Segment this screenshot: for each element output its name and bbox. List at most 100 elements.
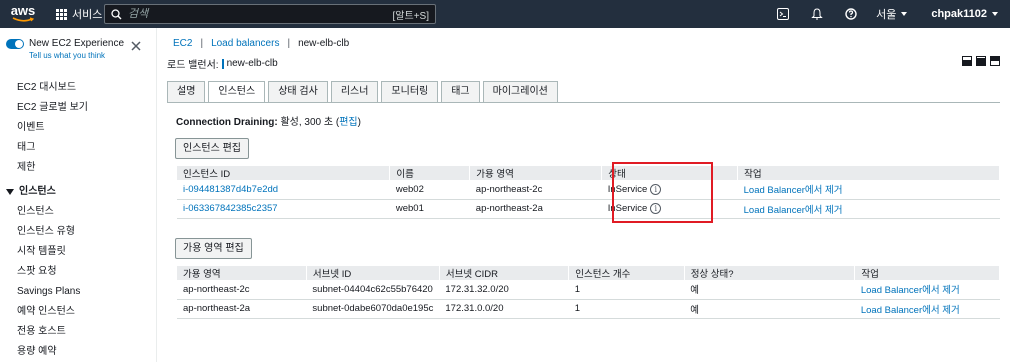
connection-draining-label: Connection Draining:: [176, 117, 278, 128]
instance-az: ap-northeast-2a: [469, 199, 602, 219]
sidebar-item-events[interactable]: 이벤트: [0, 118, 157, 138]
layout-bottom-panel-icon[interactable]: [962, 56, 972, 66]
breadcrumb-load-balancers[interactable]: Load balancers: [211, 38, 279, 49]
remove-from-lb-link[interactable]: Load Balancer에서 제거: [737, 199, 1000, 219]
chevron-down-icon: [992, 12, 998, 16]
instance-status: InService: [607, 183, 648, 195]
column-header-healthy[interactable]: 정상 상태?: [684, 266, 856, 280]
cloudshell-button[interactable]: [766, 0, 800, 28]
feedback-link[interactable]: Tell us what you think: [29, 51, 124, 60]
zone-subnet-cidr: 172.31.32.0/20: [439, 280, 569, 300]
column-header-subnet-id[interactable]: 서브넷 ID: [306, 266, 440, 280]
edit-instances-button[interactable]: 인스턴스 편집: [175, 138, 249, 159]
toggle-switch[interactable]: [6, 39, 24, 49]
sidebar-item-capacity-reservations[interactable]: 용량 예약: [0, 342, 157, 362]
instance-az: ap-northeast-2c: [469, 180, 602, 200]
tab-description[interactable]: 설명: [167, 81, 206, 102]
instance-id-link[interactable]: i-094481387d4b7e2dd: [177, 180, 390, 200]
new-experience-toggle[interactable]: New EC2 Experience Tell us what you thin…: [6, 38, 124, 60]
help-icon: [845, 8, 857, 20]
remove-from-lb-link[interactable]: Load Balancer에서 제거: [854, 280, 1000, 300]
instance-id-link[interactable]: i-063367842385c2357: [177, 199, 390, 219]
bell-icon: [811, 8, 823, 20]
remove-from-lb-link[interactable]: Load Balancer에서 제거: [854, 299, 1000, 319]
breadcrumb-ec2[interactable]: EC2: [173, 38, 192, 49]
layout-toggle-group: [962, 56, 1000, 66]
main-content: EC2 | Load balancers | new-elb-clb 로드 밸런…: [157, 28, 1010, 362]
help-button[interactable]: [834, 0, 868, 28]
edit-availability-zones-button[interactable]: 가용 영역 편집: [175, 238, 252, 259]
tab-tags[interactable]: 태그: [441, 81, 480, 102]
page-title-label: 로드 밸런서:: [167, 60, 219, 71]
aws-smile-icon: [12, 17, 35, 22]
page-title: 로드 밸런서: new-elb-clb: [167, 56, 278, 71]
sidebar-nav: EC2 대시보드 EC2 글로벌 보기 이벤트 태그 제한 인스턴스 인스턴스 …: [0, 78, 157, 362]
grid-icon: [56, 8, 67, 20]
availability-zones-table: 가용 영역 서브넷 ID 서브넷 CIDR 인스턴스 개수 정상 상태? 작업 …: [177, 266, 1000, 319]
sidebar-item-spot-requests[interactable]: 스팟 요청: [0, 262, 157, 282]
close-icon[interactable]: [130, 40, 142, 52]
column-header-subnet-cidr[interactable]: 서브넷 CIDR: [439, 266, 570, 280]
tab-monitoring[interactable]: 모니터링: [381, 81, 439, 102]
top-navigation-bar: aws 서비스 [알트+S]: [0, 0, 1010, 28]
search-shortcut-hint: [알트+S]: [392, 10, 429, 22]
info-icon[interactable]: i: [650, 202, 662, 214]
zone-healthy: 예: [684, 280, 855, 300]
zone-instance-count: 1: [568, 299, 685, 319]
remove-from-lb-link[interactable]: Load Balancer에서 제거: [737, 180, 1000, 200]
sidebar-item-launch-templates[interactable]: 시작 템플릿: [0, 242, 157, 262]
table-header-row: 가용 영역 서브넷 ID 서브넷 CIDR 인스턴스 개수 정상 상태? 작업: [177, 266, 1000, 280]
tab-instances[interactable]: 인스턴스: [208, 81, 266, 103]
connection-draining-value: 활성, 300 초: [280, 117, 334, 128]
sidebar-item-ec2-global-view[interactable]: EC2 글로벌 보기: [0, 98, 157, 118]
instance-name: web01: [389, 199, 470, 219]
section-label: 인스턴스: [19, 186, 56, 197]
table-row: ap-northeast-2c subnet-04404c62c55b76420…: [177, 280, 1000, 300]
column-header-instance-id[interactable]: 인스턴스 ID: [177, 166, 391, 180]
sidebar: New EC2 Experience Tell us what you thin…: [0, 28, 157, 362]
aws-logo-text: aws: [10, 3, 36, 18]
layout-top-panel-icon[interactable]: [990, 56, 1000, 66]
sidebar-item-ec2-dashboard[interactable]: EC2 대시보드: [0, 78, 157, 98]
sidebar-item-savings-plans[interactable]: Savings Plans: [0, 282, 157, 302]
column-header-availability-zone[interactable]: 가용 영역: [177, 266, 307, 280]
zone-az: ap-northeast-2c: [177, 280, 307, 300]
column-header-actions[interactable]: 작업: [737, 166, 1000, 180]
breadcrumb-separator: |: [200, 38, 204, 49]
column-header-availability-zone[interactable]: 가용 영역: [469, 166, 603, 180]
notifications-button[interactable]: [800, 0, 834, 28]
services-menu-button[interactable]: 서비스: [56, 0, 102, 28]
column-header-status[interactable]: 상태: [601, 166, 739, 180]
tab-health-check[interactable]: 상태 검사: [268, 81, 328, 102]
column-header-instance-count[interactable]: 인스턴스 개수: [568, 266, 685, 280]
connection-draining: Connection Draining: 활성, 300 초 (편집): [176, 113, 361, 128]
account-menu[interactable]: chpak1102: [931, 8, 998, 20]
zone-az: ap-northeast-2a: [177, 299, 307, 319]
search-box[interactable]: [알트+S]: [104, 4, 436, 24]
aws-logo[interactable]: aws: [6, 0, 40, 28]
tab-migration[interactable]: 마이그레이션: [482, 81, 558, 102]
instance-status-cell: InService i: [601, 180, 738, 200]
table-row: i-063367842385c2357 web01 ap-northeast-2…: [177, 199, 1000, 219]
sidebar-item-instances[interactable]: 인스턴스: [0, 202, 157, 222]
sidebar-item-instance-types[interactable]: 인스턴스 유형: [0, 222, 157, 242]
search-input[interactable]: [128, 8, 393, 20]
title-accent-bar: [221, 58, 224, 69]
sidebar-section-instances[interactable]: 인스턴스: [0, 182, 157, 202]
layout-large-panel-icon[interactable]: [976, 56, 986, 66]
sidebar-item-limits[interactable]: 제한: [0, 158, 157, 178]
instance-status-cell: InService i: [601, 199, 738, 219]
sidebar-item-tags[interactable]: 태그: [0, 138, 157, 158]
sidebar-item-dedicated-hosts[interactable]: 전용 호스트: [0, 322, 157, 342]
connection-draining-edit-link[interactable]: 편집: [339, 117, 357, 128]
column-header-actions[interactable]: 작업: [854, 266, 1000, 280]
sidebar-item-reserved-instances[interactable]: 예약 인스턴스: [0, 302, 157, 322]
zone-instance-count: 1: [568, 280, 685, 300]
column-header-name[interactable]: 이름: [389, 166, 471, 180]
breadcrumb-current: new-elb-clb: [298, 38, 350, 49]
region-selector[interactable]: 서울: [876, 6, 908, 22]
breadcrumb: EC2 | Load balancers | new-elb-clb: [173, 38, 349, 49]
tab-listeners[interactable]: 리스너: [330, 81, 379, 102]
info-icon[interactable]: i: [650, 183, 662, 195]
right-nav: 서울 chpak1102: [766, 0, 1010, 28]
